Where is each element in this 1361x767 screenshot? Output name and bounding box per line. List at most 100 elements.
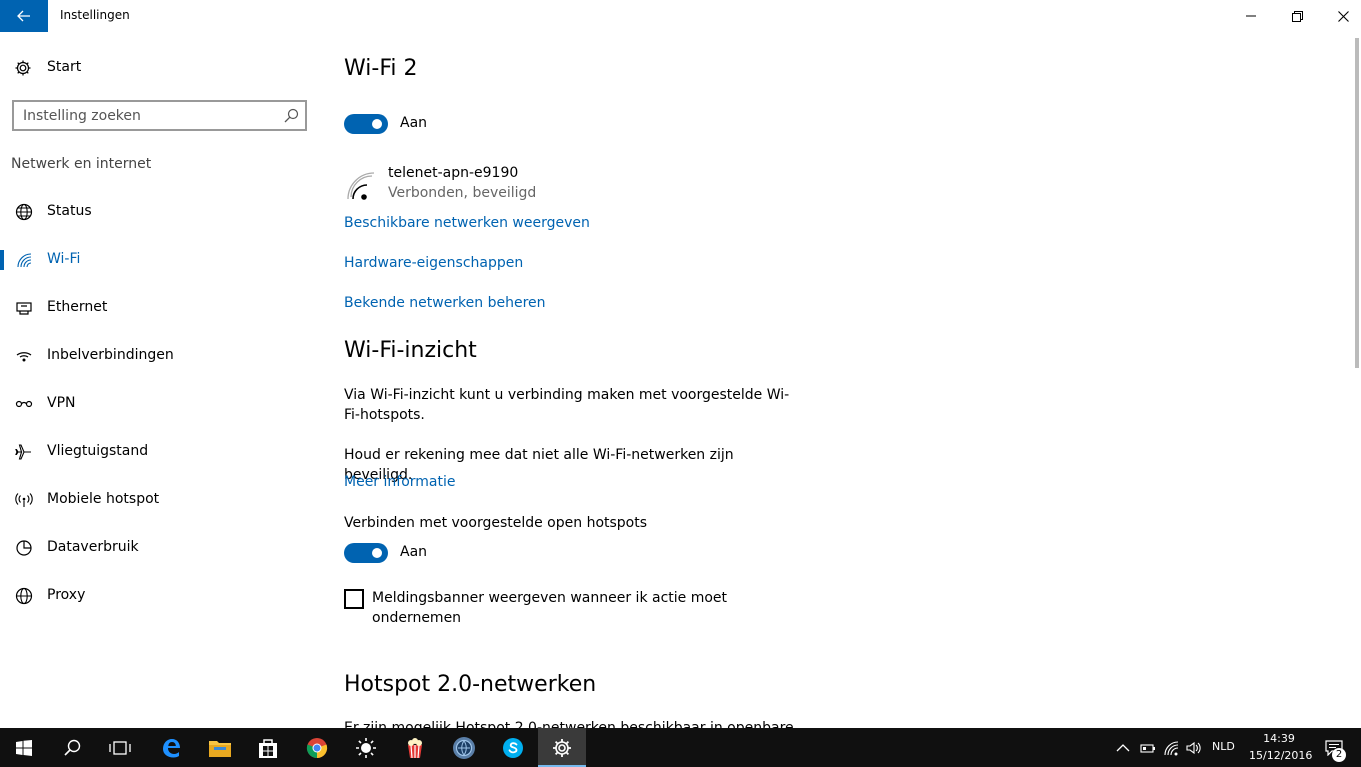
wifi-icon: [17, 253, 32, 268]
connect-hotspots-label: Verbinden met voorgestelde open hotspots: [344, 515, 648, 531]
connected-network[interactable]: telenet-apn-e9190 Verbonden, beveiligd: [344, 165, 744, 205]
wifi-signal-icon: [347, 172, 375, 200]
wifi-toggle-row: Aan: [344, 112, 544, 134]
file-explorer-icon: [209, 740, 231, 757]
sidebar-home[interactable]: Start: [0, 54, 300, 82]
sidebar-item-label: Dataverbruik: [47, 539, 139, 555]
taskbar-globe-app[interactable]: [440, 728, 488, 767]
wifi-tray-icon[interactable]: [1163, 740, 1179, 756]
taskbar-chrome[interactable]: [293, 728, 341, 767]
restore-icon: [1291, 10, 1303, 22]
sidebar-item-data-usage[interactable]: Dataverbruik: [0, 526, 320, 570]
sidebar-item-status[interactable]: Status: [0, 190, 320, 234]
gear-icon: [15, 60, 31, 76]
close-button[interactable]: [1320, 0, 1361, 32]
search-input[interactable]: [23, 106, 273, 126]
restore-button[interactable]: [1274, 0, 1320, 32]
main-content: Wi-Fi 2 Aan telenet-apn-e9190 Verbonden,…: [344, 32, 1344, 728]
notification-banner-checkbox[interactable]: [344, 589, 364, 609]
volume-icon[interactable]: [1186, 740, 1202, 756]
wifi-sense-description: Via Wi-Fi-inzicht kunt u verbinding make…: [344, 387, 790, 423]
sidebar-home-label: Start: [47, 59, 82, 75]
sidebar-item-hotspot[interactable]: Mobiele hotspot: [0, 478, 320, 522]
sidebar-item-airplane[interactable]: Vliegtuigstand: [0, 430, 320, 474]
taskbar-sun-app[interactable]: [342, 728, 390, 767]
notification-banner-label: Meldingsbanner weergeven wanneer ik acti…: [372, 590, 728, 626]
start-button[interactable]: [0, 728, 48, 767]
taskbar-search-button[interactable]: [48, 728, 96, 767]
title-bar: Instellingen: [0, 0, 1361, 32]
taskbar-skype[interactable]: [489, 728, 537, 767]
sidebar-item-label: VPN: [47, 395, 76, 411]
globe-status-icon: [15, 203, 33, 221]
settings-search[interactable]: [12, 100, 307, 131]
hotspot20-title: Hotspot 2.0-netwerken: [344, 672, 597, 697]
toggle-knob: [372, 119, 382, 129]
ethernet-icon: [16, 302, 32, 315]
connect-hotspots-toggle-label: Aan: [400, 544, 428, 560]
vpn-icon: [15, 400, 33, 408]
sidebar-item-label: Vliegtuigstand: [47, 443, 149, 459]
sun-app-icon: [356, 737, 376, 758]
data-usage-icon: [16, 540, 32, 556]
group-label: Netwerk en internet: [11, 156, 152, 172]
toggle-knob: [372, 548, 382, 558]
sidebar-item-proxy[interactable]: Proxy: [0, 574, 320, 618]
hotspot-icon: [15, 493, 33, 507]
sidebar-item-label: Mobiele hotspot: [47, 491, 160, 507]
sidebar-item-label: Ethernet: [47, 299, 108, 315]
scrollbar[interactable]: [1355, 38, 1359, 368]
clock-date[interactable]: 15/12/2016: [1249, 749, 1312, 762]
connect-hotspots-toggle[interactable]: [344, 543, 388, 563]
chevron-up-icon[interactable]: [1115, 740, 1131, 756]
sidebar-item-label: Status: [47, 203, 92, 219]
sidebar: Start Netwerk en internet Status Wi-Fi E…: [0, 32, 320, 728]
more-info-link[interactable]: Meer informatie: [344, 474, 456, 490]
battery-icon[interactable]: [1140, 740, 1156, 756]
dialup-icon: [16, 352, 32, 362]
notification-banner-option[interactable]: Meldingsbanner weergeven wanneer ik acti…: [344, 588, 764, 628]
taskbar-settings[interactable]: [538, 728, 586, 767]
close-icon: [1337, 10, 1349, 22]
sidebar-item-dialup[interactable]: Inbelverbindingen: [0, 334, 320, 378]
input-language[interactable]: NLD: [1212, 740, 1235, 753]
sidebar-item-label: Wi-Fi: [47, 251, 81, 267]
hotspot20-description: Er zijn mogelijk Hotspot 2.0-netwerken b…: [344, 720, 794, 728]
network-status: Verbonden, beveiligd: [388, 185, 537, 201]
chrome-icon: [306, 737, 328, 758]
search-icon: [63, 739, 80, 756]
skype-icon: [503, 737, 523, 758]
sidebar-item-wifi[interactable]: Wi-Fi: [0, 238, 320, 282]
sidebar-item-label: Proxy: [47, 587, 86, 603]
minimize-button[interactable]: [1228, 0, 1274, 32]
task-view-icon: [109, 740, 131, 755]
start-icon: [16, 739, 32, 756]
manage-known-networks-link[interactable]: Bekende netwerken beheren: [344, 295, 546, 311]
wifi-toggle[interactable]: [344, 114, 388, 134]
back-button[interactable]: [0, 0, 48, 32]
notification-count-badge: 2: [1332, 748, 1346, 762]
wifi-sense-title: Wi-Fi-inzicht: [344, 338, 477, 363]
proxy-globe-icon: [15, 587, 33, 605]
taskbar-file-explorer[interactable]: [196, 728, 244, 767]
settings-icon: [553, 738, 571, 757]
hardware-properties-link[interactable]: Hardware-eigenschappen: [344, 255, 523, 271]
network-name: telenet-apn-e9190: [388, 165, 519, 181]
edge-icon: [163, 738, 180, 757]
taskbar-store[interactable]: [244, 728, 292, 767]
search-icon[interactable]: [284, 108, 299, 123]
sidebar-item-label: Inbelverbindingen: [47, 347, 174, 363]
store-icon: [259, 738, 277, 758]
clock-time[interactable]: 14:39: [1252, 732, 1306, 745]
sidebar-item-vpn[interactable]: VPN: [0, 382, 320, 426]
taskbar-edge[interactable]: [147, 728, 195, 767]
sidebar-item-ethernet[interactable]: Ethernet: [0, 286, 320, 330]
popcorn-app-icon: [408, 737, 422, 758]
show-available-networks-link[interactable]: Beschikbare netwerken weergeven: [344, 215, 590, 231]
page-title: Wi-Fi 2: [344, 56, 418, 81]
taskbar-popcorn-app[interactable]: [391, 728, 439, 767]
connect-hotspots-toggle-row: Aan: [344, 541, 544, 563]
active-indicator: [0, 250, 4, 270]
task-view-button[interactable]: [96, 728, 144, 767]
wifi-toggle-label: Aan: [400, 115, 428, 131]
